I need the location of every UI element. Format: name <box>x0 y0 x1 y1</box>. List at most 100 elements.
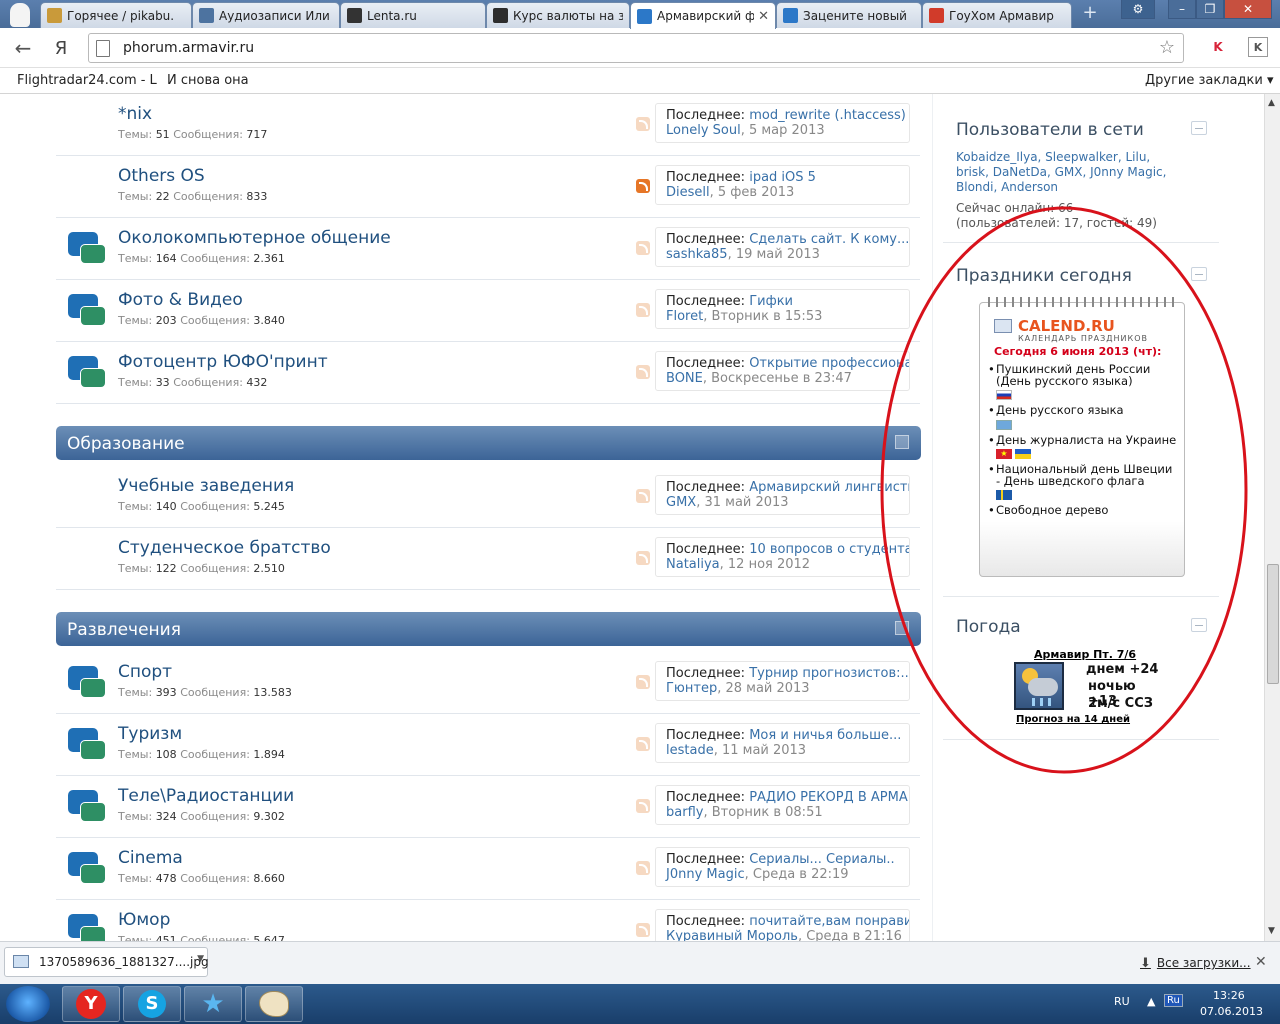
forum-title[interactable]: Фото & Видео <box>118 290 243 310</box>
last-post-thread[interactable]: Армавирский лингвистич <box>749 480 909 495</box>
bookmark-i-snova-ona[interactable]: И снова она <box>167 73 249 88</box>
other-bookmarks[interactable]: Другие закладки ▾ <box>1145 73 1273 88</box>
last-post-thread[interactable]: почитайте,вам понравите <box>749 914 909 929</box>
tab-3[interactable]: Lenta.ru <box>340 2 486 28</box>
rss-feed-icon[interactable] <box>636 799 650 813</box>
star-app-icon[interactable]: ★ <box>184 986 242 1022</box>
last-post-user[interactable]: sashka85 <box>666 247 728 262</box>
collapse-holidays-icon[interactable] <box>1191 267 1207 281</box>
new-tab-button[interactable]: + <box>1078 4 1102 23</box>
forum-title[interactable]: Юмор <box>118 910 170 930</box>
yandex-browser-icon[interactable]: Y <box>62 986 120 1022</box>
forum-title[interactable]: Студенческое братство <box>118 538 331 558</box>
holiday-item[interactable]: Национальный день Швеции - День шведског… <box>988 463 1178 500</box>
forum-title[interactable]: Cinema <box>118 848 183 868</box>
rss-feed-icon[interactable] <box>636 117 650 131</box>
download-item[interactable]: 1370589636_1881327....jpg ▼ <box>4 947 209 977</box>
last-post-user[interactable]: Куравиный Мороль <box>666 929 798 941</box>
extension-icon[interactable]: K <box>1248 37 1268 57</box>
collapse-category-icon[interactable] <box>895 435 909 449</box>
rss-feed-icon[interactable] <box>636 489 650 503</box>
rss-feed-icon[interactable] <box>636 365 650 379</box>
start-button[interactable] <box>6 986 50 1022</box>
weather-forecast-link[interactable]: Прогноз на 14 дней <box>1016 714 1130 725</box>
forum-title[interactable]: Учебные заведения <box>118 476 294 496</box>
kaspersky-icon[interactable]: K <box>1208 37 1228 57</box>
collapse-online-icon[interactable] <box>1191 121 1207 135</box>
holiday-item[interactable]: Пушкинский день России (День русского яз… <box>988 363 1178 400</box>
tab-1[interactable]: Горячее / pikabu. <box>40 2 192 28</box>
bookmark-star-icon[interactable]: ☆ <box>1159 37 1175 58</box>
rss-feed-icon[interactable] <box>636 241 650 255</box>
maximize-button[interactable]: ❐ <box>1196 0 1224 19</box>
last-post-user[interactable]: barfly <box>666 805 703 820</box>
bookmark-flightradar[interactable]: Flightradar24.com - L <box>17 73 157 88</box>
last-post-user[interactable]: Floret <box>666 309 703 324</box>
last-post-thread[interactable]: Сделать сайт. К кому... <box>749 232 909 247</box>
tab-6[interactable]: Зацените новый <box>776 2 922 28</box>
online-users-list[interactable]: Kobaidze_Ilya, Sleepwalker, Lilu, brisk,… <box>956 150 1186 195</box>
category-header[interactable]: Образование <box>56 426 921 460</box>
forum-title[interactable]: Фотоцентр ЮФО'принт <box>118 352 328 372</box>
scrollbar-thumb[interactable] <box>1267 564 1279 684</box>
all-downloads-link[interactable]: ⬇ Все загрузки... <box>1140 956 1251 971</box>
last-post-thread[interactable]: Открытие профессиональ <box>749 356 909 371</box>
tray-arrow-icon[interactable]: ▲ <box>1147 995 1155 1008</box>
last-post-thread[interactable]: 10 вопросов о студентах <box>749 542 909 557</box>
tab-7[interactable]: ГоуХом Армавир <box>922 2 1072 28</box>
skype-icon[interactable]: S <box>123 986 181 1022</box>
rss-feed-icon[interactable] <box>636 675 650 689</box>
last-post-user[interactable]: GMX <box>666 495 696 510</box>
minimize-button[interactable]: – <box>1168 0 1196 19</box>
last-post-user[interactable]: Lonely Soul <box>666 123 741 138</box>
close-tab-icon[interactable]: ✕ <box>758 9 769 24</box>
category-header[interactable]: Развлечения <box>56 612 921 646</box>
forum-title[interactable]: Туризм <box>118 724 182 744</box>
download-menu-arrow-icon[interactable]: ▼ <box>197 954 204 964</box>
yandex-home-icon[interactable]: Я <box>48 35 74 61</box>
page-scrollbar[interactable]: ▲ ▼ <box>1264 94 1280 941</box>
rss-feed-icon[interactable] <box>636 861 650 875</box>
rss-feed-icon[interactable] <box>636 737 650 751</box>
scroll-down-arrow[interactable]: ▼ <box>1268 926 1275 936</box>
holiday-calendar-widget[interactable]: CALEND.RU КАЛЕНДАРЬ ПРАЗДНИКОВ Сегодня 6… <box>979 297 1185 577</box>
keyboard-layout-icon[interactable]: Ru <box>1164 994 1183 1007</box>
weather-widget[interactable]: Армавир Пт. 7/6 днем +24 ночью +13 2м/с … <box>1006 644 1161 730</box>
last-post-thread[interactable]: Сериалы... Сериалы.. <box>749 852 894 867</box>
category-title[interactable]: Образование <box>67 434 185 454</box>
tab-4[interactable]: Курс валюты на з <box>486 2 630 28</box>
forum-title[interactable]: Others OS <box>118 166 205 186</box>
collapse-weather-icon[interactable] <box>1191 618 1207 632</box>
holiday-item[interactable]: День журналиста на Украине ★ <box>988 434 1178 459</box>
scroll-up-arrow[interactable]: ▲ <box>1268 98 1275 108</box>
tab-5[interactable]: Армавирский фо ✕ <box>630 2 776 29</box>
rss-feed-icon[interactable] <box>636 179 650 193</box>
back-button[interactable]: ← <box>10 35 36 61</box>
clock-time[interactable]: 13:26 <box>1213 989 1245 1002</box>
last-post-user[interactable]: Diesell <box>666 185 710 200</box>
forum-title[interactable]: Теле\Радиостанции <box>118 786 294 806</box>
rss-feed-icon[interactable] <box>636 303 650 317</box>
rss-feed-icon[interactable] <box>636 551 650 565</box>
address-bar[interactable]: phorum.armavir.ru ☆ <box>88 33 1184 63</box>
address-url[interactable]: phorum.armavir.ru <box>123 40 254 56</box>
last-post-user[interactable]: lestade <box>666 743 714 758</box>
last-post-thread[interactable]: Моя и ничья больше... <box>749 728 901 743</box>
close-window-button[interactable]: ✕ <box>1224 0 1272 19</box>
last-post-thread[interactable]: Турнир прогнозистов:... <box>749 666 909 681</box>
last-post-thread[interactable]: mod_rewrite (.htaccess) <box>749 108 906 123</box>
last-post-user[interactable]: Nataliya <box>666 557 720 572</box>
forum-title[interactable]: Околокомпьютерное общение <box>118 228 391 248</box>
last-post-user[interactable]: J0nny Magic <box>666 867 745 882</box>
profile-icon[interactable] <box>10 3 30 27</box>
holiday-item[interactable]: День русского языка <box>988 404 1178 430</box>
collapse-category-icon[interactable] <box>895 621 909 635</box>
language-indicator[interactable]: RU <box>1114 995 1130 1008</box>
clock-date[interactable]: 07.06.2013 <box>1200 1005 1263 1018</box>
tab-2[interactable]: Аудиозаписи Или <box>192 2 340 28</box>
close-download-bar-icon[interactable]: ✕ <box>1255 954 1267 970</box>
forum-title[interactable]: Спорт <box>118 662 172 682</box>
paint-icon[interactable] <box>245 986 303 1022</box>
last-post-user[interactable]: BONE <box>666 371 703 386</box>
last-post-thread[interactable]: ipad iOS 5 <box>749 170 816 185</box>
